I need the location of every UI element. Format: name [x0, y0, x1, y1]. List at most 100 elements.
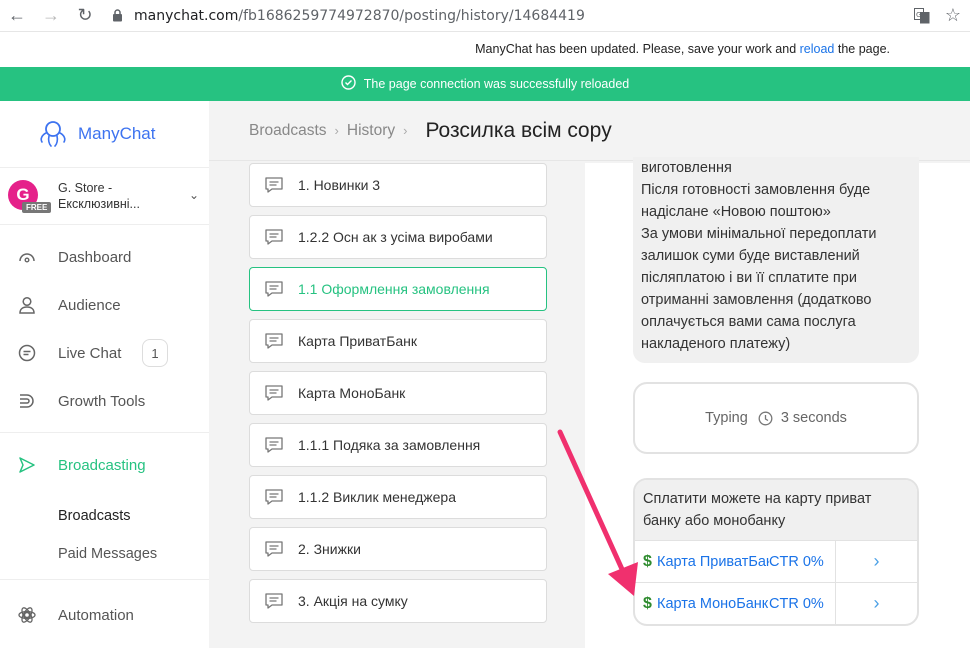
manychat-logo[interactable]: ManyChat — [0, 101, 209, 167]
sidebar-item-audience[interactable]: Audience — [0, 281, 209, 329]
clock-icon — [758, 411, 773, 426]
account-name: G. Store - Ексклюзивні... — [58, 180, 140, 212]
list-item[interactable]: 1.2.2 Осн ак з усіма виробами — [249, 215, 547, 259]
list-item[interactable]: Карта ПриватБанк — [249, 319, 547, 363]
typing-duration: 3 seconds — [780, 410, 847, 426]
translate-icon[interactable]: G — [908, 7, 936, 24]
list-item-label: Карта ПриватБанк — [298, 333, 418, 349]
typing-label: Typing — [705, 410, 748, 426]
message-icon — [264, 592, 284, 610]
message-icon — [264, 384, 284, 402]
update-notice-text: ManyChat has been updated. Please, save … — [475, 42, 800, 56]
avatar: G FREE — [6, 176, 52, 216]
list-item-label: 1.1.2 Виклик менеджера — [298, 489, 456, 505]
list-item-label: 3. Акція на сумку — [298, 593, 408, 609]
sidebar: ManyChat G FREE G. Store - Ексклюзивні..… — [0, 101, 209, 648]
check-circle-icon — [341, 75, 356, 93]
broadcasting-section: Broadcasting Broadcasts Paid Messages — [0, 433, 209, 579]
sidebar-item-growth-tools[interactable]: Growth Tools — [0, 377, 209, 425]
message-line: За умови мінімальної передоплати залишок… — [641, 226, 877, 352]
account-switcher[interactable]: G FREE G. Store - Ексклюзивні... ⌄ — [0, 167, 209, 225]
list-item[interactable]: 1.1.1 Подяка за замовлення — [249, 423, 547, 467]
list-item-label: 1.2.2 Осн ак з усіма виробами — [298, 229, 493, 245]
button-message-card: Сплатити можете на карту приват банку аб… — [633, 478, 919, 626]
back-icon[interactable]: ← — [0, 0, 34, 32]
message-icon — [264, 488, 284, 506]
list-item-label: 2. Знижки — [298, 541, 361, 557]
svg-text:G: G — [916, 11, 921, 19]
list-item[interactable]: 3. Акція на сумку — [249, 579, 547, 623]
card-text: Сплатити можете на карту приват банку аб… — [635, 480, 917, 540]
sidebar-subitem-broadcasts[interactable]: Broadcasts — [0, 497, 209, 535]
update-notice-text-after: the page. — [834, 42, 890, 56]
automation-icon — [16, 604, 38, 626]
ctr-stat: CTR 0% — [769, 595, 824, 612]
sidebar-item-label: Dashboard — [58, 248, 132, 266]
sidebar-item-label: Growth Tools — [58, 392, 146, 410]
chat-icon — [16, 342, 38, 364]
message-icon — [264, 176, 284, 194]
sidebar-item-label: Audience — [58, 296, 121, 314]
sidebar-item-label: Broadcasting — [58, 456, 146, 474]
breadcrumb: Broadcasts › History › Розсилка всім cop… — [209, 101, 970, 161]
update-notice: ManyChat has been updated. Please, save … — [0, 32, 970, 66]
chevron-down-icon[interactable]: ⌄ — [189, 188, 199, 202]
send-icon — [16, 454, 38, 476]
list-item-label: 1.1.1 Подяка за замовлення — [298, 437, 481, 453]
message-icon — [264, 540, 284, 558]
account-name-line1: G. Store - — [58, 181, 113, 195]
sidebar-subitem-paid-messages[interactable]: Paid Messages — [0, 535, 209, 573]
message-button-label[interactable]: Карта ПриватБанк — [657, 554, 769, 570]
sidebar-item-dashboard[interactable]: Dashboard — [0, 233, 209, 281]
flow-message-list: 1. Новинки 3 1.2.2 Осн ак з усіма виробам… — [249, 163, 547, 631]
sidebar-item-automation[interactable]: Automation — [0, 591, 209, 639]
breadcrumb-history[interactable]: History — [347, 122, 395, 140]
success-banner-text: The page connection was successfully rel… — [363, 77, 630, 91]
chevron-right-icon: › — [403, 123, 408, 138]
sidebar-item-broadcasting[interactable]: Broadcasting — [0, 433, 209, 497]
message-icon — [264, 228, 284, 246]
url-text: manychat.com/fb1686259774972870/posting/… — [134, 8, 585, 24]
forward-icon[interactable]: → — [34, 0, 68, 32]
url-host: manychat.com — [134, 7, 239, 24]
list-item[interactable]: 2. Знижки — [249, 527, 547, 571]
sidebar-item-live-chat[interactable]: Live Chat 1 — [0, 329, 209, 377]
breadcrumb-broadcasts[interactable]: Broadcasts — [249, 122, 327, 140]
message-icon — [264, 436, 284, 454]
dashboard-icon — [16, 246, 38, 268]
message-line: виготовлення — [641, 160, 732, 176]
list-item[interactable]: 1.1.2 Виклик менеджера — [249, 475, 547, 519]
account-name-line2: Ексклюзивні... — [58, 197, 140, 211]
message-line: Після готовності замовлення буде надісла… — [641, 182, 871, 220]
ctr-stat: CTR 0% — [769, 553, 824, 570]
plan-badge: FREE — [22, 202, 52, 213]
user-icon — [16, 294, 38, 316]
annotation-arrow-icon — [557, 429, 638, 596]
url-path: /fb1686259774972870/posting/history/1468… — [238, 7, 585, 24]
chevron-right-icon: › — [334, 123, 339, 138]
lock-icon — [110, 9, 124, 23]
bookmark-star-icon[interactable]: ☆ — [936, 5, 970, 26]
manychat-logo-icon — [40, 121, 66, 147]
chevron-right-icon[interactable]: › — [835, 583, 917, 624]
list-item-label: 1. Новинки 3 — [298, 177, 381, 193]
text-message-bubble: виготовлення Після готовності замовлення … — [633, 157, 919, 363]
message-button-label[interactable]: Карта МоноБанк — [657, 596, 769, 612]
message-icon — [264, 332, 284, 350]
live-chat-count-badge: 1 — [142, 339, 168, 367]
browser-toolbar: ← → ↻ manychat.com/fb1686259774972870/po… — [0, 0, 970, 32]
page-title: Розсилка всім copy — [425, 118, 612, 142]
list-item-label: Карта МоноБанк — [298, 385, 406, 401]
address-bar[interactable]: manychat.com/fb1686259774972870/posting/… — [102, 1, 908, 31]
reload-link[interactable]: reload — [800, 42, 835, 56]
message-button-row[interactable]: $ Карта МоноБанк CTR 0% › — [635, 582, 917, 624]
logo-text: ManyChat — [78, 124, 156, 143]
reload-icon[interactable]: ↻ — [68, 0, 102, 32]
message-button-row[interactable]: $ Карта ПриватБанк CTR 0% › — [635, 540, 917, 582]
success-banner: The page connection was successfully rel… — [0, 67, 970, 101]
sidebar-item-label: Automation — [58, 606, 134, 624]
list-item[interactable]: 1.1 Оформлення замовлення — [249, 267, 547, 311]
chevron-right-icon[interactable]: › — [835, 541, 917, 582]
list-item[interactable]: 1. Новинки 3 — [249, 163, 547, 207]
list-item[interactable]: Карта МоноБанк — [249, 371, 547, 415]
